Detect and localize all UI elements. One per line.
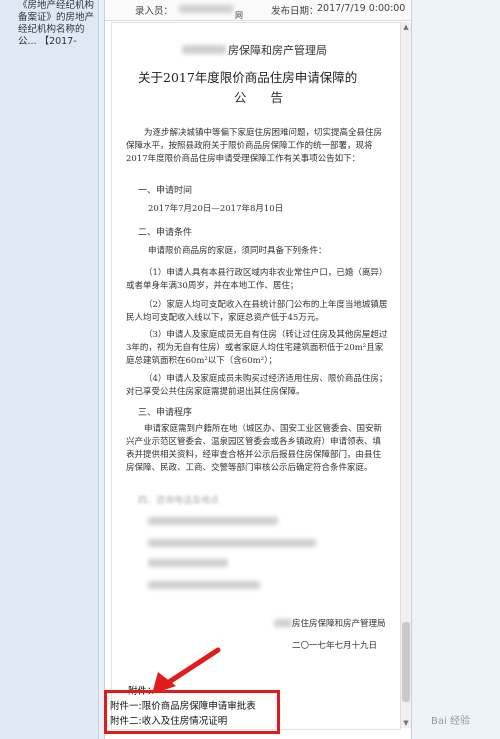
issuer-blurred [182, 45, 226, 54]
time-range: 2017年7月20日—2017年8月10日 [148, 204, 284, 214]
contact-line-blurred [148, 581, 260, 589]
author-value-blurred [179, 3, 233, 14]
right-margin [412, 0, 500, 739]
author-value: 网 [235, 11, 243, 20]
procedure-paragraph: 申请家庭需到户籍所在地（城区办、国安工业区管委会、国安新兴产业示范区管委会、温泉… [126, 424, 383, 473]
scroll-up-arrow-icon[interactable]: ▲ [401, 22, 411, 32]
date-label: 发布日期： [271, 6, 319, 17]
meta-bar: 录入员： 网 发布日期： 2017/7/19 0:00:00 [105, 0, 411, 21]
sign-org-blurred [274, 619, 292, 627]
contact-line-blurred [148, 539, 316, 547]
section-conditions-heading: 二、申请条件 [138, 228, 193, 238]
left-sidebar: 《房地产经纪机构备案证》的房地产经纪机构名称的公... 【2017- [0, 0, 99, 739]
contact-line-blurred [148, 517, 278, 525]
document-scrollbar[interactable]: ▲ ▼ [400, 22, 411, 728]
condition-2: （2）家庭人均可支配收入在县统计部门公布的上年度当地城镇居民人均可支配收入线以下… [126, 300, 388, 323]
section-procedure-heading: 三、申请程序 [138, 408, 193, 418]
date-value: 2017/7/19 0:00:00 [317, 3, 406, 14]
issuer-name: 房保障和房产管理局 [228, 44, 327, 57]
watermark: Bai 经验 [431, 716, 470, 727]
sign-organization: 房住房保障和房产管理局 [292, 619, 386, 629]
announcement-page: 房保障和房产管理局 关于2017年度限价商品住房申请保障的 公 告 为逐步解决城… [110, 22, 401, 730]
notice-subtitle: 公 告 [234, 90, 293, 105]
condition-1: （1）申请人具有本县行政区域内非农业常住户口，已婚（离异）或者单身年满30周岁，… [126, 268, 388, 291]
section-time-heading: 一、申请时间 [138, 186, 193, 196]
attachments-highlight-box [104, 690, 280, 734]
scroll-thumb[interactable] [402, 622, 410, 702]
author-label: 录入员： [135, 6, 174, 17]
notice-title: 关于2017年度限价商品住房申请保障的 [138, 70, 358, 85]
condition-3: （3）申请人及家庭成员无自有住房（转让过住房及其他房屋超过3年的，视为无自有住房… [126, 330, 388, 366]
sidebar-news-link[interactable]: 《房地产经纪机构备案证》的房地产经纪机构名称的公... 【2017- [18, 0, 96, 48]
contact-line-blurred [148, 559, 228, 567]
conditions-intro: 申请限价商品房的家庭，须同时具备下列条件： [148, 246, 327, 256]
sign-date: 二〇一七年七月十九日 [292, 641, 378, 651]
document-viewer: 录入员： 网 发布日期： 2017/7/19 0:00:00 房保障和房产管理局… [104, 0, 412, 739]
intro-paragraph: 为逐步解决城镇中等偏下家庭住房困难问题，切实提高全县住房保障水平，按照县政府关于… [126, 128, 383, 164]
section-contact-heading: 四、咨询电话及地点 [138, 496, 220, 506]
condition-4: （4）申请人及家庭成员未购买过经济适用住房、限价商品住房；对已享受公共住房家庭需… [126, 374, 388, 397]
